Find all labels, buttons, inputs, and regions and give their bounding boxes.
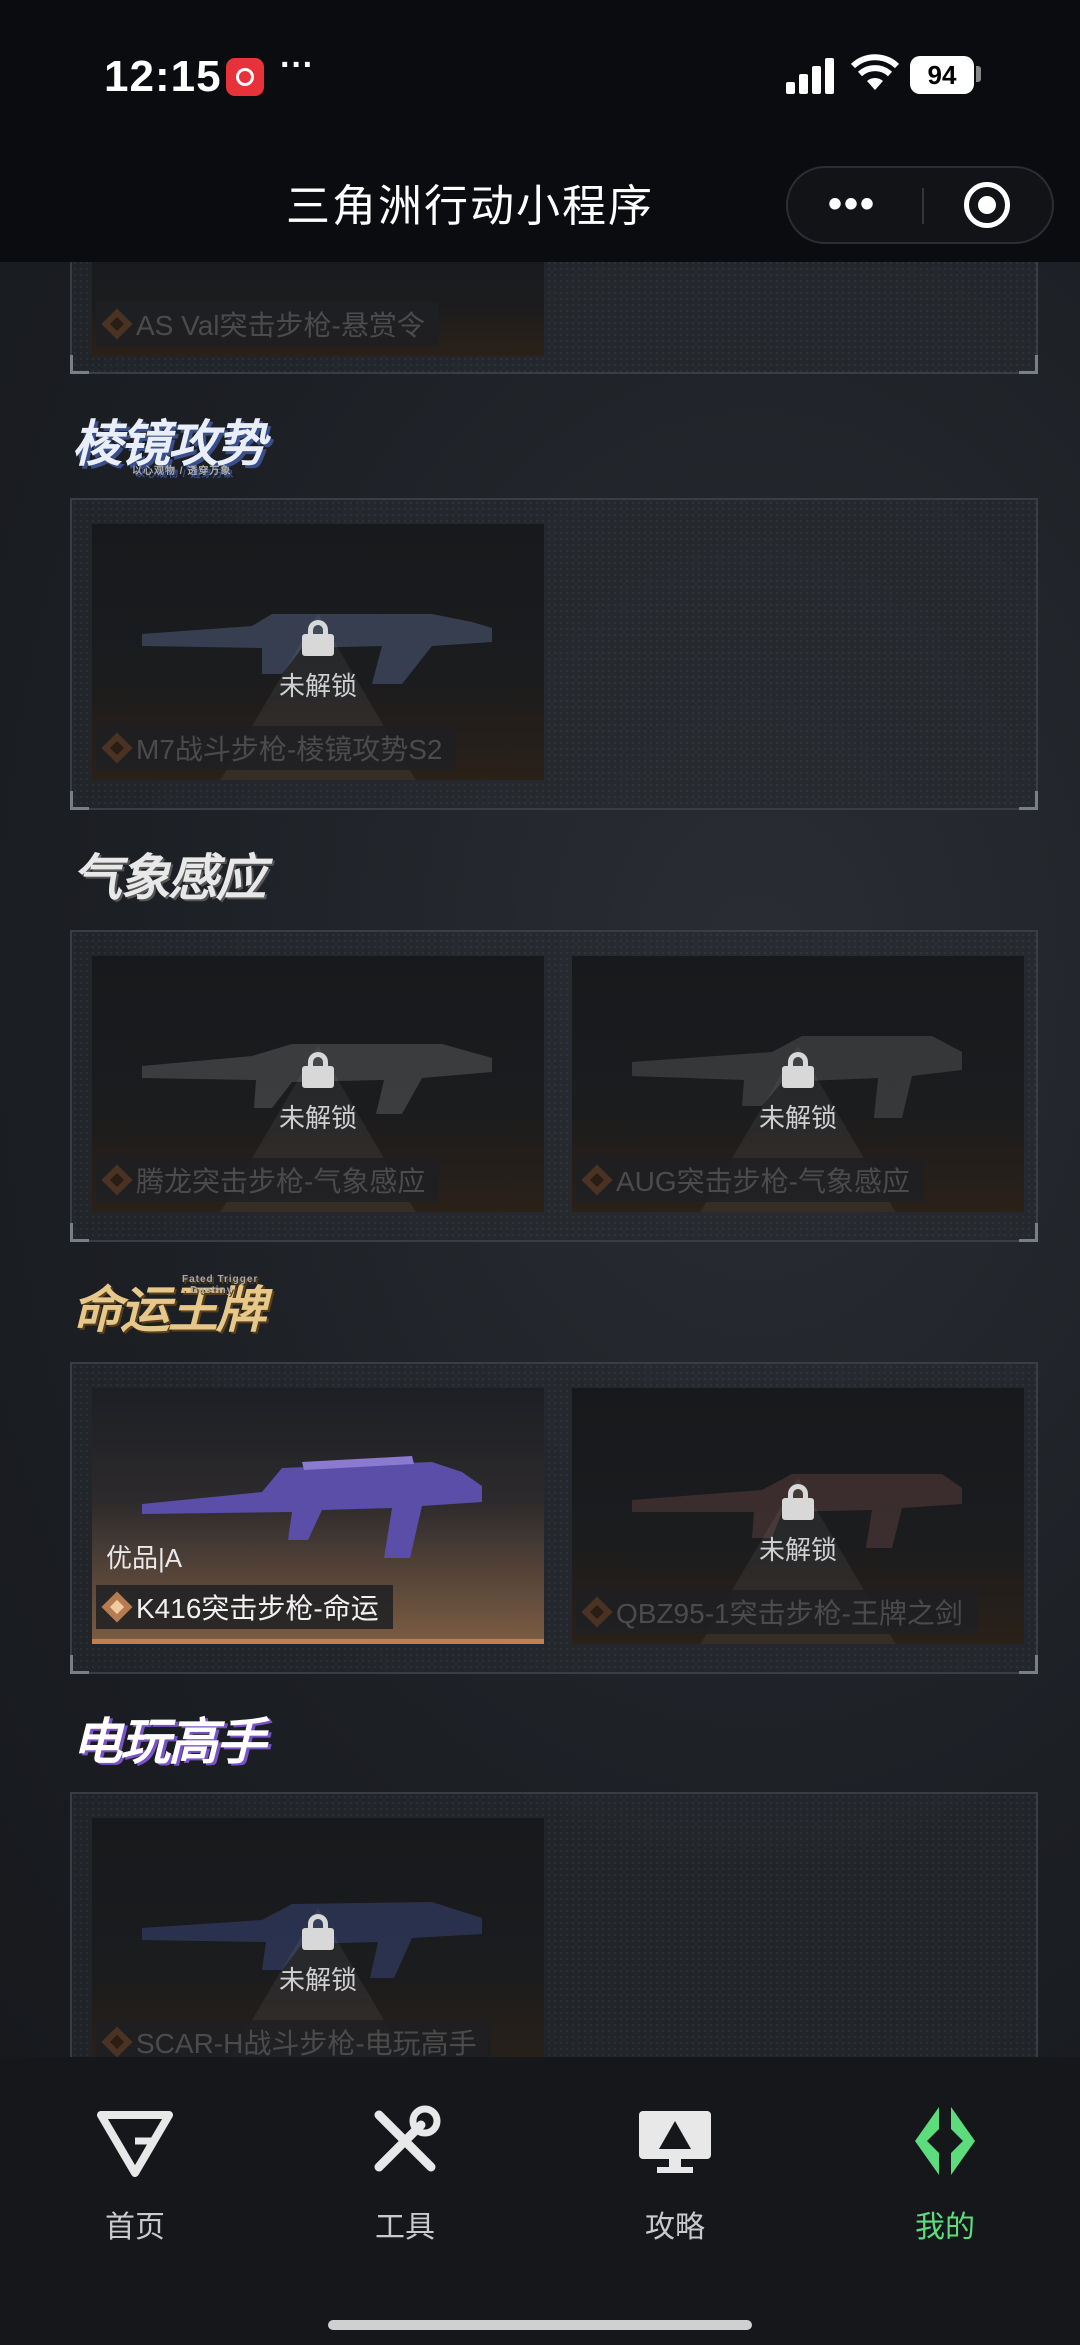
mini-program-capsule: ••• bbox=[786, 166, 1054, 244]
skin-name-tag: K416突击步枪-命运 bbox=[96, 1585, 393, 1629]
skin-name-tag: QBZ95-1突击步枪-王牌之剑 bbox=[576, 1590, 977, 1634]
weapon-image bbox=[142, 1456, 482, 1558]
skin-card[interactable]: 未解锁 AUG突击步枪-气象感应 bbox=[572, 956, 1024, 1212]
tab-guide[interactable]: 攻略 bbox=[595, 2101, 755, 2246]
status-bar: 12:15 ··· 94 bbox=[0, 0, 1080, 150]
battery-tip bbox=[976, 66, 981, 82]
tab-home[interactable]: 首页 bbox=[55, 2101, 215, 2246]
tab-label: 我的 bbox=[915, 2211, 975, 2244]
event-logo: 电玩高手 bbox=[72, 1702, 266, 1776]
skin-name-tag: SCAR-H战斗步枪-电玩高手 bbox=[96, 2020, 491, 2057]
skin-panel: 未解锁 腾龙突击步枪-气象感应 未解锁 AUG突击步枪-气象感应 bbox=[70, 930, 1038, 1242]
tab-label: 首页 bbox=[105, 2211, 165, 2244]
skin-card[interactable]: 未解锁 QBZ95-1突击步枪-王牌之剑 bbox=[572, 1388, 1024, 1644]
lock-icon bbox=[302, 1052, 334, 1088]
close-target-icon[interactable] bbox=[964, 182, 1010, 228]
event-logo: 气象感应 bbox=[72, 838, 266, 912]
home-indicator[interactable] bbox=[328, 2320, 752, 2330]
event-logo-subtitle: 以心观物 / 透穿万象 bbox=[132, 466, 232, 477]
cellular-signal-icon bbox=[786, 56, 838, 94]
skin-name-tag: 腾龙突击步枪-气象感应 bbox=[96, 1158, 440, 1202]
status-more-icon: ··· bbox=[280, 46, 314, 84]
tab-tools[interactable]: 工具 bbox=[325, 2101, 485, 2246]
rarity-diamond-icon bbox=[101, 2026, 133, 2057]
app-notification-icon bbox=[226, 58, 264, 96]
skin-panel: 未解锁 M7战斗步枪-棱镜攻势S2 bbox=[70, 498, 1038, 810]
skin-name: K416突击步枪-命运 bbox=[136, 1593, 379, 1624]
rarity-diamond-icon bbox=[581, 1164, 613, 1196]
tab-profile[interactable]: 我的 bbox=[865, 2101, 1025, 2246]
skin-card[interactable]: 未解锁 腾龙突击步枪-气象感应 bbox=[92, 956, 544, 1212]
skin-collection-list[interactable]: AS Val突击步枪-悬赏令 棱镜攻势 以心观物 / 透穿万象 未解锁 M7战斗… bbox=[0, 262, 1080, 2057]
skin-card[interactable]: AS Val突击步枪-悬赏令 bbox=[92, 262, 544, 356]
locked-label: 未解锁 bbox=[758, 1535, 837, 1565]
skin-name: M7战斗步枪-棱镜攻势S2 bbox=[136, 734, 443, 765]
skin-card[interactable]: 未解锁 SCAR-H战斗步枪-电玩高手 bbox=[92, 1818, 544, 2057]
skin-name: QBZ95-1突击步枪-王牌之剑 bbox=[616, 1598, 963, 1629]
tools-icon bbox=[374, 2105, 441, 2172]
event-logo: 命运王牌 Fated Trigger · Destiny bbox=[72, 1270, 266, 1344]
lock-icon bbox=[782, 1484, 814, 1520]
mini-program-navbar: 三角洲行动小程序 ••• bbox=[0, 150, 1080, 262]
lock-icon bbox=[782, 1052, 814, 1088]
skin-name: AUG突击步枪-气象感应 bbox=[616, 1166, 911, 1197]
profile-logo-icon bbox=[915, 2107, 975, 2175]
skin-name: SCAR-H战斗步枪-电玩高手 bbox=[136, 2028, 477, 2057]
status-time: 12:15 bbox=[104, 52, 222, 101]
skin-panel: 优品|A K416突击步枪-命运 未解锁 QBZ95-1突击步枪-王牌之剑 bbox=[70, 1362, 1038, 1674]
capsule-divider bbox=[922, 188, 924, 224]
lock-icon bbox=[302, 620, 334, 656]
locked-label: 未解锁 bbox=[278, 1103, 357, 1133]
rarity-diamond-icon bbox=[101, 1164, 133, 1196]
more-menu-button[interactable]: ••• bbox=[828, 182, 876, 227]
skin-card-unlocked[interactable]: 优品|A K416突击步枪-命运 bbox=[92, 1388, 544, 1644]
wifi-icon bbox=[850, 54, 900, 90]
bottom-tab-bar: 首页 工具 攻略 我的 bbox=[0, 2057, 1080, 2345]
tab-label: 工具 bbox=[375, 2211, 435, 2244]
skin-name: AS Val突击步枪-悬赏令 bbox=[136, 310, 425, 341]
rarity-diamond-icon bbox=[581, 1596, 613, 1628]
guide-monitor-icon bbox=[639, 2111, 711, 2173]
skin-card[interactable]: 未解锁 M7战斗步枪-棱镜攻势S2 bbox=[92, 524, 544, 780]
locked-label: 未解锁 bbox=[758, 1103, 837, 1133]
event-logo-text: 电玩高手 bbox=[72, 1714, 266, 1770]
battery-icon: 94 bbox=[910, 56, 974, 94]
event-logo-subtitle: Fated Trigger · Destiny bbox=[182, 1274, 259, 1296]
skin-grade: 优品|A bbox=[106, 1543, 183, 1573]
tab-label: 攻略 bbox=[645, 2211, 705, 2244]
skin-panel: 未解锁 SCAR-H战斗步枪-电玩高手 bbox=[70, 1792, 1038, 2057]
locked-label: 未解锁 bbox=[278, 671, 357, 701]
event-logo-text: 气象感应 bbox=[72, 850, 266, 906]
rarity-diamond-icon bbox=[101, 1591, 133, 1623]
home-logo-icon bbox=[97, 2111, 173, 2177]
event-logo: 棱镜攻势 以心观物 / 透穿万象 bbox=[72, 404, 266, 478]
skin-name-tag: AUG突击步枪-气象感应 bbox=[576, 1158, 925, 1202]
skin-panel: AS Val突击步枪-悬赏令 bbox=[70, 262, 1038, 374]
rarity-diamond-icon bbox=[101, 308, 133, 340]
locked-label: 未解锁 bbox=[278, 1965, 357, 1995]
skin-name: 腾龙突击步枪-气象感应 bbox=[136, 1166, 426, 1197]
skin-name-tag: M7战斗步枪-棱镜攻势S2 bbox=[96, 726, 457, 770]
rarity-diamond-icon bbox=[101, 732, 133, 764]
skin-name-tag: AS Val突击步枪-悬赏令 bbox=[96, 302, 439, 346]
lock-icon bbox=[302, 1914, 334, 1950]
